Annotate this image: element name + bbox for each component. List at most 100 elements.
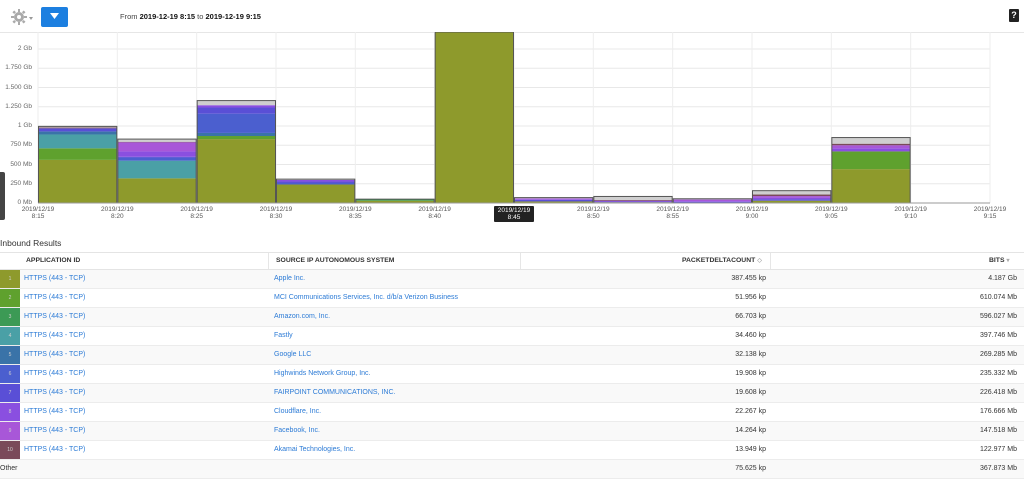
table-row[interactable]: 4 HTTPS (443 - TCP) Fastly 34.460 kp 397.746… (0, 327, 1024, 346)
x-tick-date: 2019/12/19 (815, 206, 848, 213)
packet-count-value: 387.455 kp (731, 275, 766, 282)
bar-segment[interactable] (276, 184, 355, 203)
bar-segment[interactable] (831, 169, 911, 203)
x-tick-label: 2019/12/19 8:25 (177, 206, 217, 220)
x-tick-date: 2019/12/19 (418, 206, 451, 213)
x-tick-time: 8:45 (507, 214, 521, 221)
bar-segment[interactable] (197, 136, 276, 140)
source-as-link[interactable]: Apple Inc. (274, 275, 305, 282)
source-as-link[interactable]: MCI Communications Services, Inc. d/b/a … (274, 294, 458, 301)
bar-segment[interactable] (117, 142, 197, 152)
bar-segment[interactable] (514, 198, 593, 200)
bar-segment[interactable] (197, 105, 276, 108)
table-row[interactable]: 1 HTTPS (443 - TCP) Apple Inc. 387.455 kp 4.… (0, 270, 1024, 289)
application-id-link[interactable]: HTTPS (443 - TCP) (24, 275, 85, 282)
packet-count-value: 34.460 kp (735, 332, 766, 339)
header-application-id[interactable]: APPLICATION ID (26, 257, 80, 264)
table-row[interactable]: 9 HTTPS (443 - TCP) Facebook, Inc. 14.264 k… (0, 422, 1024, 441)
application-id-link[interactable]: HTTPS (443 - TCP) (24, 313, 85, 320)
help-button[interactable]: ? (1009, 9, 1019, 22)
bar-segment[interactable] (197, 132, 276, 137)
application-id-link[interactable]: HTTPS (443 - TCP) (24, 446, 85, 453)
bar-segment[interactable] (831, 151, 911, 170)
bar-segment[interactable] (831, 145, 911, 149)
table-row[interactable]: 10 HTTPS (443 - TCP) Akamai Technologies, … (0, 441, 1024, 460)
x-tick-label: 2019/12/19 8:50 (573, 206, 613, 220)
bar-segment[interactable] (276, 179, 355, 182)
bar-segment[interactable] (752, 194, 831, 197)
bar-segment[interactable] (197, 100, 276, 106)
source-as-link[interactable]: Highwinds Network Group, Inc. (274, 370, 370, 377)
series-color-swatch: 5 (0, 346, 20, 364)
source-as-link[interactable]: Google LLC (274, 351, 311, 358)
bar-segment[interactable] (197, 113, 276, 133)
table-row[interactable]: 3 HTTPS (443 - TCP) Amazon.com, Inc. 66.703… (0, 308, 1024, 327)
table-row[interactable]: 8 HTTPS (443 - TCP) Cloudflare, Inc. 22.267… (0, 403, 1024, 422)
bar-segment[interactable] (38, 159, 117, 203)
bar-segment[interactable] (117, 160, 197, 179)
bar-segment[interactable] (673, 201, 752, 202)
toolbar: From 2019-12-19 8:15 to 2019-12-19 9:15 … (0, 0, 1024, 33)
table-row[interactable]: 5 HTTPS (443 - TCP) Google LLC 32.138 kp 269… (0, 346, 1024, 365)
application-id-link[interactable]: HTTPS (443 - TCP) (24, 294, 85, 301)
bar-segment[interactable] (752, 196, 831, 198)
table-row[interactable]: 7 HTTPS (443 - TCP) FAIRPOINT COMMUNICATIO… (0, 384, 1024, 403)
bar-segment[interactable] (831, 143, 911, 146)
bar-segment[interactable] (673, 199, 752, 202)
bar-segment[interactable] (38, 127, 117, 129)
bar-segment[interactable] (593, 201, 673, 203)
bar-segment[interactable] (435, 32, 514, 204)
bar-segment[interactable] (593, 196, 673, 200)
bar-segment[interactable] (752, 190, 831, 195)
settings-menu-button[interactable] (10, 8, 34, 26)
bar-segment[interactable] (276, 181, 355, 183)
bits-value: 226.418 Mb (980, 389, 1017, 396)
application-id-link[interactable]: HTTPS (443 - TCP) (24, 408, 85, 415)
header-packets-label: PACKETDELTACOUNT (682, 257, 756, 264)
application-id-link[interactable]: HTTPS (443 - TCP) (24, 370, 85, 377)
bar-segment[interactable] (197, 139, 276, 203)
source-as-link[interactable]: Cloudflare, Inc. (274, 408, 321, 415)
bar-segment[interactable] (117, 157, 197, 161)
bar-segment[interactable] (593, 199, 673, 201)
table-row[interactable]: 2 HTTPS (443 - TCP) MCI Communications Ser… (0, 289, 1024, 308)
source-as-link[interactable]: Facebook, Inc. (274, 427, 320, 434)
bar-segment[interactable] (514, 199, 593, 200)
bar-segment[interactable] (593, 200, 673, 202)
bar-segment[interactable] (673, 201, 752, 203)
bar-segment[interactable] (197, 107, 276, 114)
view-dropdown-button[interactable] (41, 7, 68, 27)
bar-segment[interactable] (514, 199, 593, 202)
application-id-link[interactable]: HTTPS (443 - TCP) (24, 332, 85, 339)
source-as-link[interactable]: FAIRPOINT COMMUNICATIONS, INC. (274, 389, 395, 396)
table-row[interactable]: 6 HTTPS (443 - TCP) Highwinds Network Grou… (0, 365, 1024, 384)
header-bits[interactable]: BITS ▾ (989, 257, 1010, 264)
header-packet-delta-count[interactable]: PACKETDELTACOUNT ◇ (682, 257, 762, 264)
bar-segment[interactable] (38, 131, 117, 135)
bar-segment[interactable] (831, 148, 911, 152)
bar-segment[interactable] (117, 151, 197, 157)
bar-segment[interactable] (117, 156, 197, 158)
source-as-link[interactable]: Amazon.com, Inc. (274, 313, 330, 320)
bar-segment[interactable] (752, 199, 831, 201)
x-tick-time: 8:40 (428, 213, 441, 220)
packet-count-value: 32.138 kp (735, 351, 766, 358)
bar-segment[interactable] (38, 148, 117, 160)
x-tick-date: 2019/12/19 (577, 206, 610, 213)
bar-segment[interactable] (117, 141, 197, 143)
bar-segment[interactable] (752, 197, 831, 200)
packet-count-value: 13.949 kp (735, 446, 766, 453)
bits-value: 176.666 Mb (980, 408, 1017, 415)
application-id-link[interactable]: HTTPS (443 - TCP) (24, 351, 85, 358)
bar-segment[interactable] (276, 182, 355, 185)
application-id-link[interactable]: HTTPS (443 - TCP) (24, 427, 85, 434)
bar-segment[interactable] (831, 137, 911, 144)
bar-segment[interactable] (38, 134, 117, 149)
source-as-link[interactable]: Fastly (274, 332, 293, 339)
header-source-as[interactable]: SOURCE IP AUTONOMOUS SYSTEM (276, 257, 394, 264)
application-id-link[interactable]: HTTPS (443 - TCP) (24, 389, 85, 396)
bar-segment[interactable] (38, 128, 117, 132)
range-from-label: From (120, 12, 138, 21)
source-as-link[interactable]: Akamai Technologies, Inc. (274, 446, 355, 453)
bar-segment[interactable] (117, 178, 197, 203)
